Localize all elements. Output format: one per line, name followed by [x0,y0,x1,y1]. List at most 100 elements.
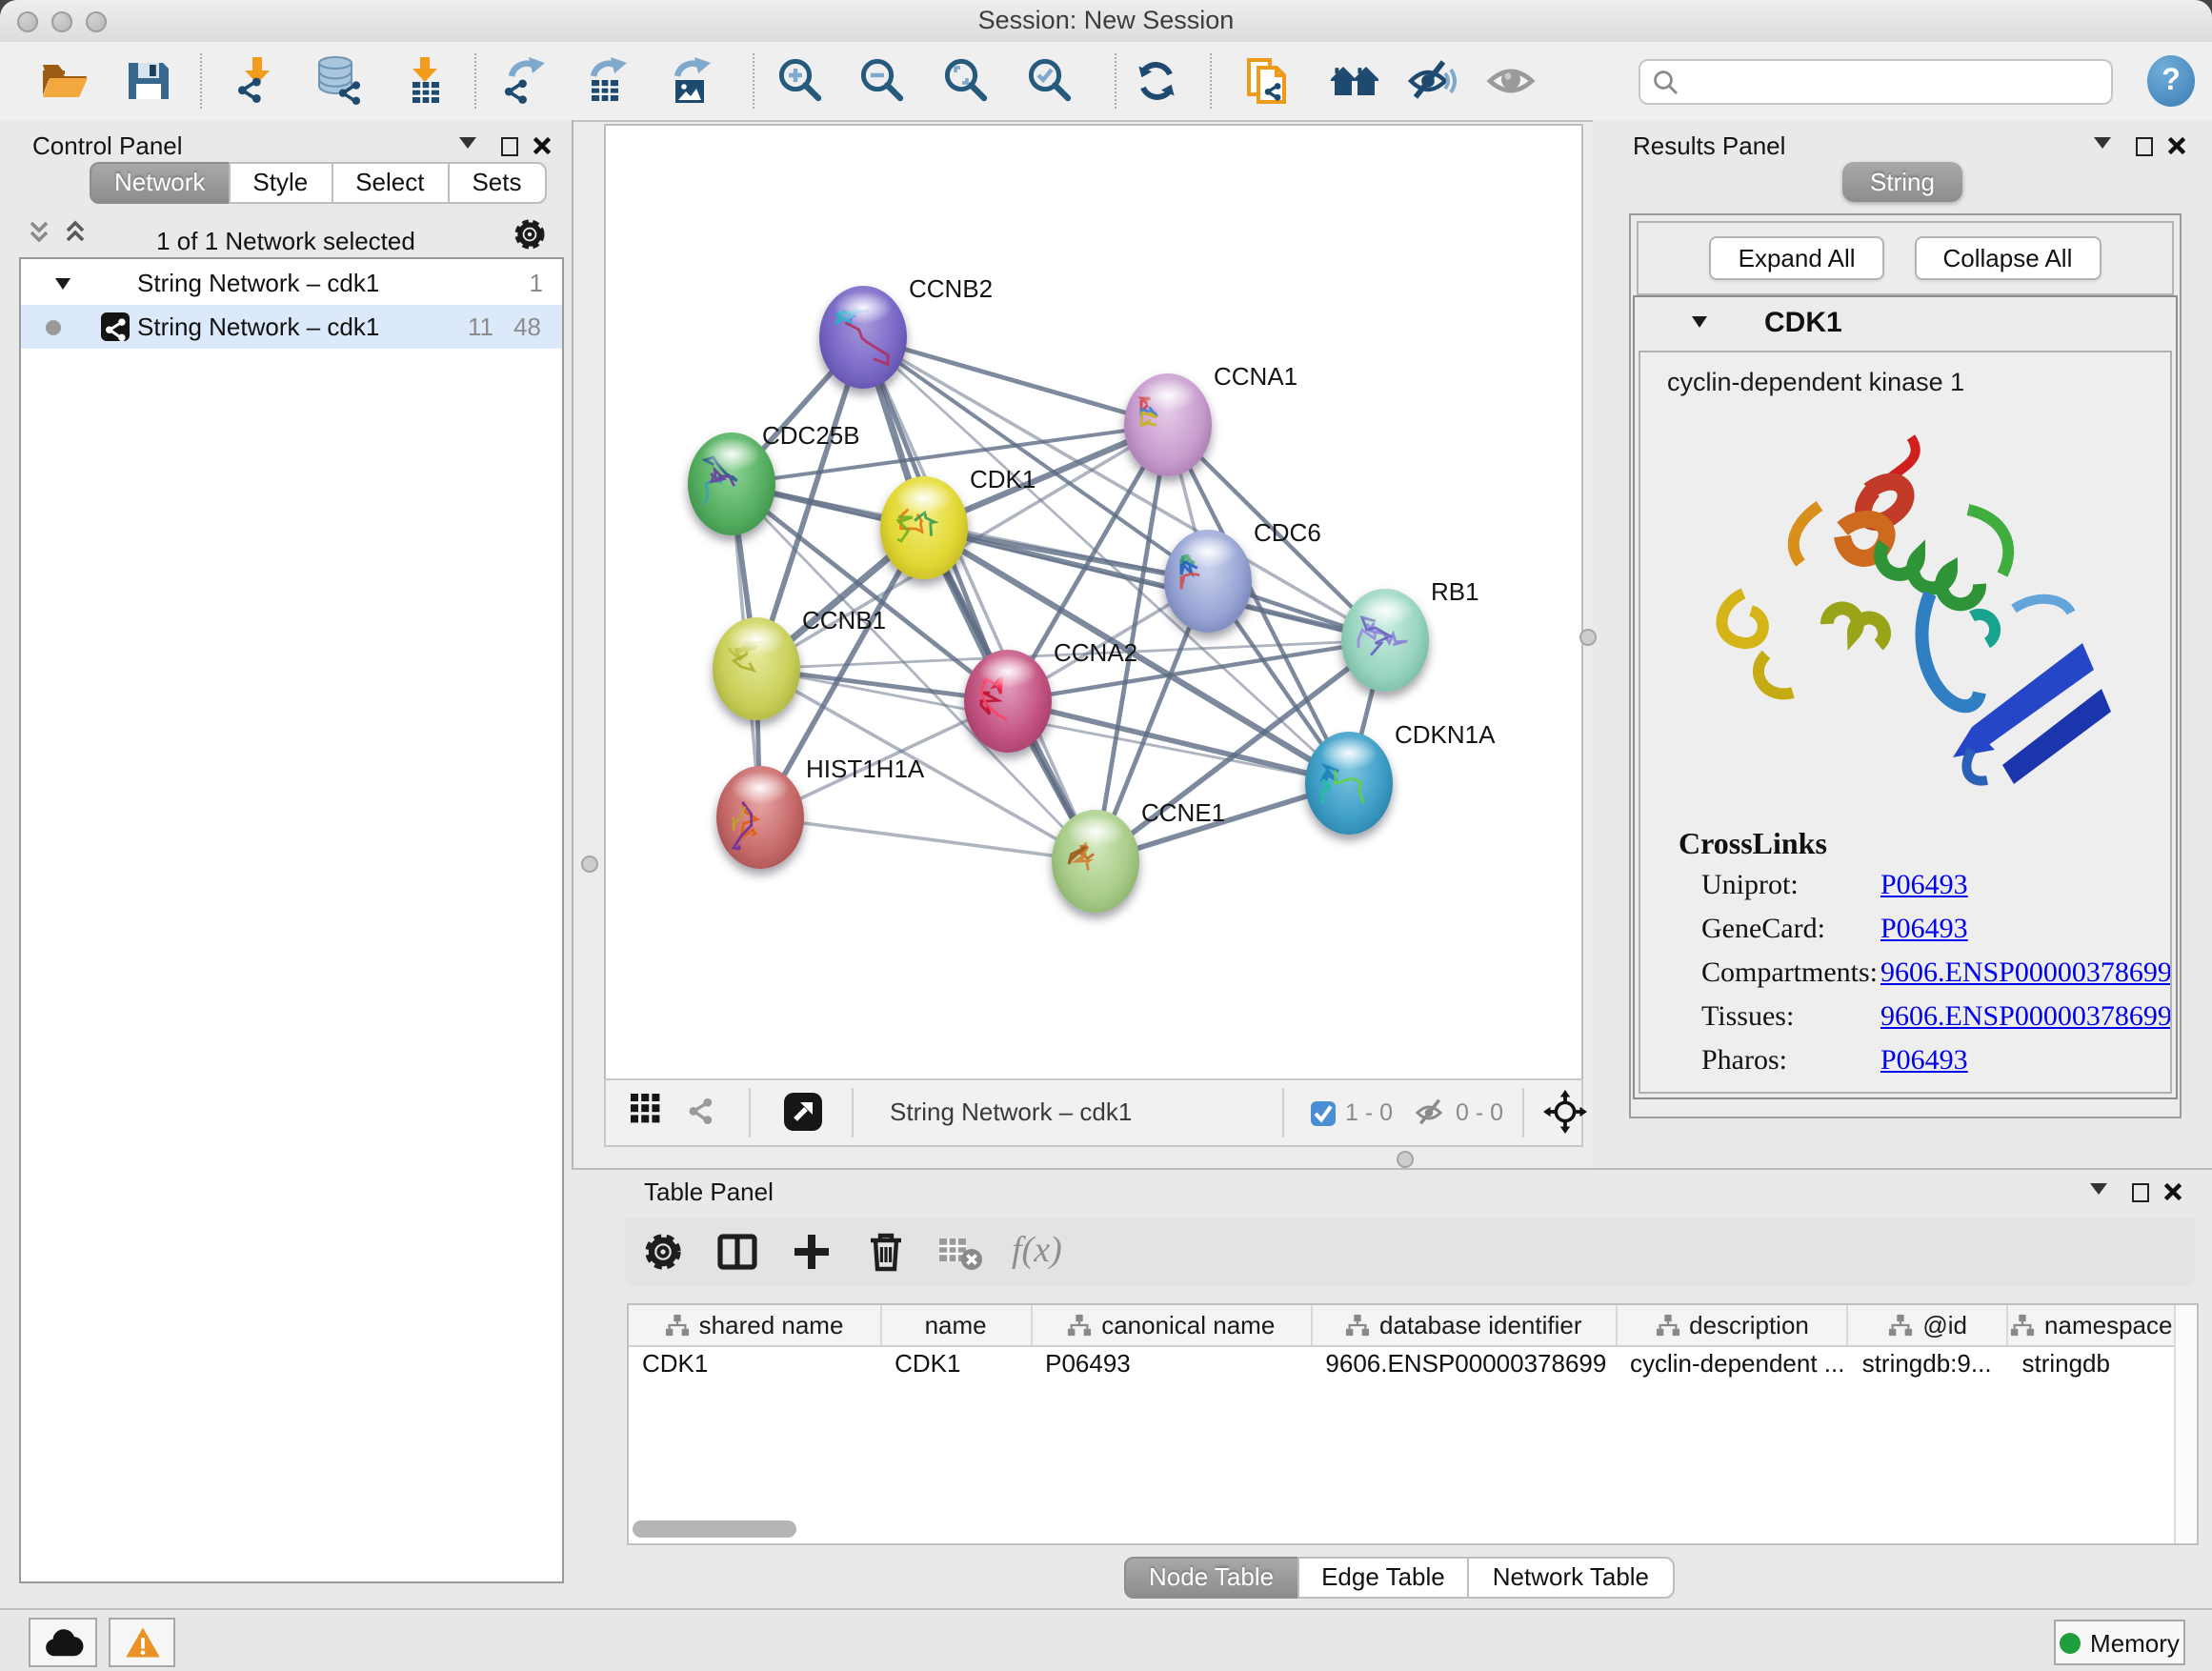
export-network-icon[interactable] [498,55,550,107]
network-edge[interactable] [760,817,1096,861]
import-network-icon[interactable] [231,55,283,107]
zoom-in-icon[interactable] [774,55,826,107]
crosslink-link[interactable]: P06493 [1880,871,1968,903]
search-input[interactable] [1686,63,2103,101]
table-cell[interactable]: P06493 [1032,1345,1312,1381]
column-header-@id[interactable]: @id [1849,1305,2009,1345]
table-cell[interactable]: CDK1 [629,1345,881,1381]
column-header-name[interactable]: name [881,1305,1032,1345]
section-collapse-icon[interactable] [1692,316,1707,328]
export-image-icon[interactable] [664,55,715,107]
network-node-CDK1[interactable] [880,476,968,579]
hide-selected-icon[interactable] [1405,55,1457,107]
search-field[interactable] [1639,59,2113,105]
collapse-all-button[interactable]: Collapse All [1915,236,2101,280]
panel-menu-icon[interactable] [2094,137,2111,149]
network-node-CCNA1[interactable] [1124,373,1212,476]
function-builder-icon[interactable]: f(x) [1012,1231,1062,1273]
warning-status-button[interactable] [109,1618,175,1667]
delete-table-icon[interactable] [937,1229,983,1275]
tab-string[interactable]: String [1841,162,1963,202]
cloud-icon [42,1627,84,1658]
column-header-shared-name[interactable]: shared name [629,1305,881,1345]
tab-edge-table[interactable]: Edge Table [1297,1557,1470,1599]
table-cell[interactable]: cyclin-dependent ... [1617,1345,1849,1381]
pan-crosshair-icon[interactable] [1543,1090,1587,1139]
birdseye-view-icon[interactable] [783,1092,823,1137]
network-node-HIST1H1A[interactable] [716,766,804,869]
column-header-description[interactable]: description [1617,1305,1849,1345]
save-session-icon[interactable] [123,55,174,107]
network-node-CCNB1[interactable] [713,617,800,720]
network-node-CDKN1A[interactable] [1305,732,1393,835]
table-settings-gear-icon[interactable] [640,1229,686,1275]
tab-select[interactable]: Select [331,162,449,204]
network-node-CCNB2[interactable] [819,286,907,389]
network-node-CCNA2[interactable] [964,650,1052,753]
tab-network-table[interactable]: Network Table [1468,1557,1674,1599]
gear-icon[interactable] [511,215,549,259]
panel-close-icon[interactable] [2168,137,2185,154]
delete-column-icon[interactable] [863,1229,909,1275]
panel-float-icon[interactable] [2131,1183,2149,1201]
crosslink-link[interactable]: P06493 [1880,1046,1968,1078]
column-header-database-identifier[interactable]: database identifier [1312,1305,1617,1345]
splitter-handle[interactable] [1397,1151,1414,1168]
clone-network-icon[interactable] [1241,55,1293,107]
network-share-icon[interactable] [684,1094,716,1132]
zoom-out-icon[interactable] [856,55,908,107]
splitter-handle[interactable] [581,856,598,873]
table-cell[interactable]: stringdb [2008,1345,2176,1381]
tab-sets[interactable]: Sets [447,162,546,204]
show-columns-icon[interactable] [714,1229,760,1275]
add-column-icon[interactable] [789,1229,835,1275]
zoom-selected-icon[interactable] [1024,55,1076,107]
table-data-row[interactable]: CDK1CDK1P064939606.ENSP00000378699cyclin… [629,1345,2176,1381]
selected-checkbox-icon[interactable] [1311,1100,1336,1125]
help-button[interactable]: ? [2147,55,2195,107]
tab-node-table[interactable]: Node Table [1124,1557,1298,1599]
protein-section-header[interactable]: CDK1 [1635,297,2176,347]
panel-float-icon[interactable] [500,137,518,155]
import-network-from-database-icon[interactable] [313,55,365,107]
panel-menu-icon[interactable] [459,137,476,149]
refresh-layout-icon[interactable] [1131,55,1182,107]
network-canvas[interactable]: CCNB2CCNA1CDC25BCDK1CDC6RB1CCNB1CCNA2CDK… [604,124,1583,1080]
expand-all-button[interactable]: Expand All [1710,236,1884,280]
export-table-icon[interactable] [580,55,632,107]
panel-menu-icon[interactable] [2090,1183,2107,1195]
panel-float-icon[interactable] [2135,137,2153,155]
open-session-icon[interactable] [39,55,90,107]
network-node-CCNE1[interactable] [1052,810,1139,913]
table-cell[interactable]: 9606.ENSP00000378699 [1312,1345,1617,1381]
crosslink-link[interactable]: P06493 [1880,915,1968,947]
tab-style[interactable]: Style [228,162,332,204]
import-table-icon[interactable] [399,55,451,107]
panel-close-icon[interactable] [533,137,551,154]
home-networks-icon[interactable] [1329,55,1380,107]
table-vertical-scrollbar[interactable] [2174,1305,2197,1543]
network-edge[interactable] [863,337,1168,425]
column-type-icon [665,1313,690,1338]
crosslink-link[interactable]: 9606.ENSP00000378699 [1880,958,2172,991]
tab-network[interactable]: Network [90,162,230,204]
zoom-fit-icon[interactable] [940,55,992,107]
table-cell[interactable]: stringdb:9... [1849,1345,2009,1381]
network-node-CDC6[interactable] [1164,530,1252,633]
network-node-RB1[interactable] [1341,589,1429,692]
table-cell[interactable]: CDK1 [881,1345,1032,1381]
crosslink-link[interactable]: 9606.ENSP00000378699 [1880,1002,2172,1035]
node-table[interactable]: shared namenamecanonical namedatabase id… [627,1303,2199,1545]
network-row-selected[interactable]: String Network – cdk1 11 48 [21,305,562,349]
splitter-handle[interactable] [1579,629,1597,646]
cloud-status-button[interactable] [29,1618,97,1667]
show-all-icon[interactable] [1485,55,1537,107]
grid-view-icon[interactable] [631,1094,661,1130]
memory-button[interactable]: Memory [2054,1620,2185,1665]
table-horizontal-scrollbar-thumb[interactable] [633,1520,796,1538]
collection-expand-icon[interactable] [55,278,70,290]
panel-close-icon[interactable] [2164,1183,2182,1200]
column-header-namespace[interactable]: namespace [2009,1305,2176,1345]
column-header-canonical-name[interactable]: canonical name [1032,1305,1312,1345]
network-collection-row[interactable]: String Network – cdk1 1 [21,263,562,305]
